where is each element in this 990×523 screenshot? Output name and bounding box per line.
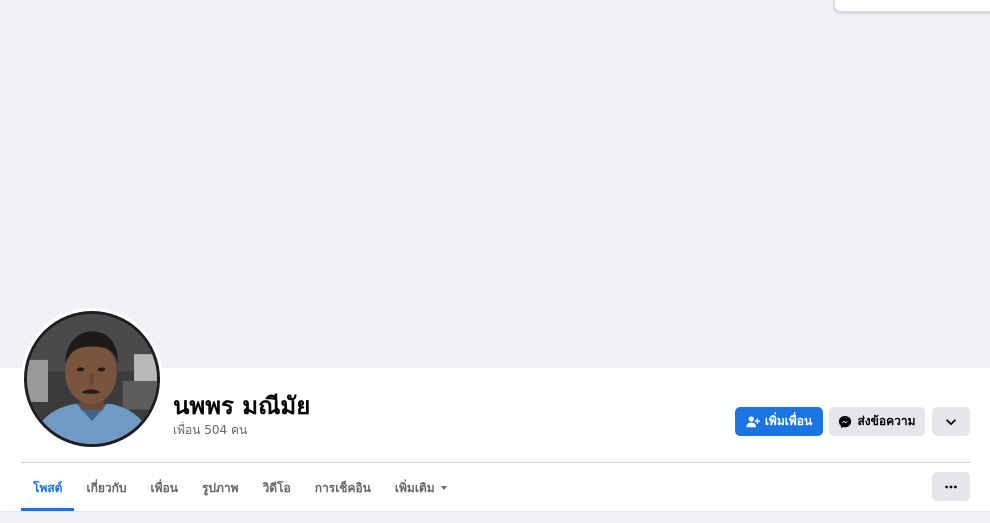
popup-panel-edge [834, 0, 990, 12]
tab-posts[interactable]: โพสต์ [21, 465, 75, 511]
tab-friends-label: เพื่อน [150, 480, 178, 495]
tab-photos[interactable]: รูปภาพ [190, 465, 251, 511]
tab-more-label: เพิ่มเติม [394, 480, 435, 495]
header-divider [21, 462, 970, 463]
add-friend-icon [746, 415, 760, 429]
avatar-photo [27, 314, 157, 444]
tab-checkins-label: การเช็คอิน [314, 480, 371, 495]
messenger-icon [838, 415, 852, 429]
ellipsis-icon [944, 480, 958, 494]
tab-about-label: เกี่ยวกับ [86, 480, 127, 495]
add-friend-button[interactable]: เพิ่มเพื่อน [735, 407, 823, 436]
chevron-down-icon [944, 415, 958, 429]
more-actions-button[interactable] [932, 407, 970, 436]
add-friend-label: เพิ่มเพื่อน [764, 414, 813, 428]
tab-friends[interactable]: เพื่อน [139, 465, 190, 511]
friends-count[interactable]: เพื่อน 504 คน [173, 421, 247, 440]
avatar[interactable] [24, 311, 160, 447]
profile-name: นพพร มณีมัย [173, 392, 311, 420]
caret-down-icon [440, 486, 447, 490]
tab-videos-label: วิดีโอ [262, 480, 291, 495]
tab-videos[interactable]: วิดีโอ [251, 465, 303, 511]
tab-about[interactable]: เกี่ยวกับ [74, 465, 138, 511]
tab-photos-label: รูปภาพ [201, 480, 239, 495]
tab-checkins[interactable]: การเช็คอิน [303, 465, 383, 511]
send-message-label: ส่งข้อความ [857, 414, 916, 428]
tab-posts-label: โพสต์ [33, 480, 63, 495]
cover-photo-area[interactable] [0, 0, 990, 368]
send-message-button[interactable]: ส่งข้อความ [829, 407, 925, 436]
tab-more[interactable]: เพิ่มเติม [383, 465, 459, 511]
profile-tabs: โพสต์ เกี่ยวกับ เพื่อน รูปภาพ วิดีโอ การ… [21, 465, 459, 511]
profile-options-button[interactable] [932, 472, 970, 501]
page-background-strip [0, 511, 990, 523]
